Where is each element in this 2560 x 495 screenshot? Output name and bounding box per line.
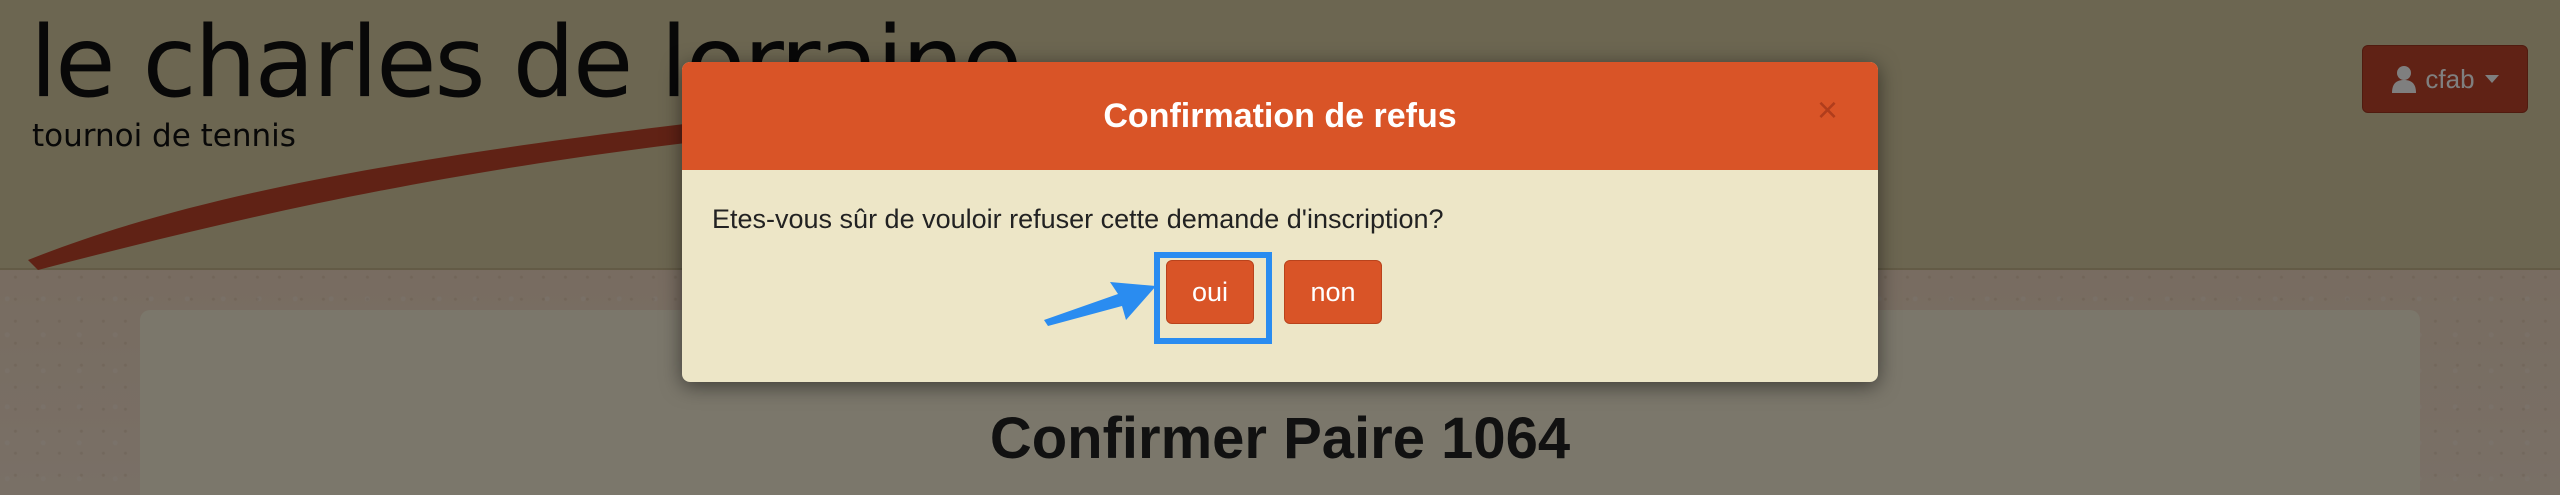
modal-title: Confirmation de refus: [1103, 96, 1457, 135]
modal-message: Etes-vous sûr de vouloir refuser cette d…: [712, 204, 1444, 234]
close-icon[interactable]: ×: [1817, 92, 1838, 128]
confirm-refusal-dialog: Confirmation de refus × Etes-vous sûr de…: [682, 62, 1878, 382]
highlight-box: [1154, 252, 1272, 344]
arrow-icon: [1044, 282, 1156, 326]
modal-header: Confirmation de refus ×: [682, 62, 1878, 170]
cancel-non-button[interactable]: non: [1284, 260, 1382, 324]
